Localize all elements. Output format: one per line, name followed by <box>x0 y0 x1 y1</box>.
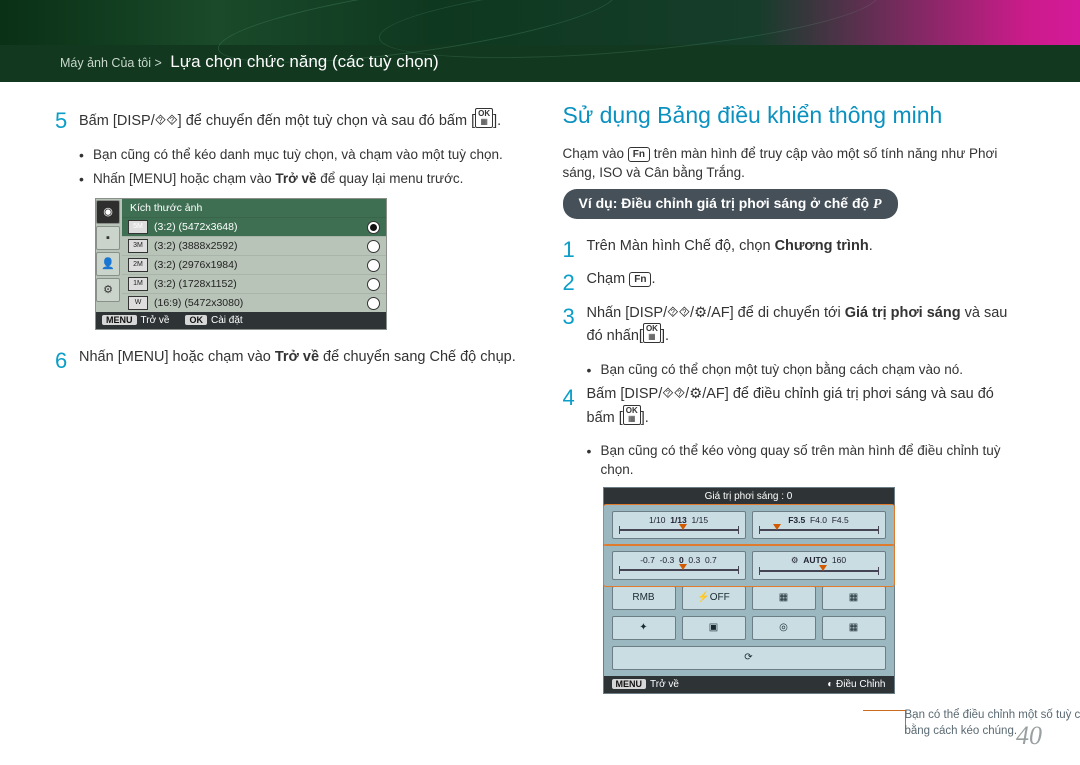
disp-key: DISP <box>624 386 658 402</box>
image-size-menu: ◉ ▪ 👤 ⚙ Kích thước ảnh 5M (3:2) (5472x364… <box>95 198 387 330</box>
section-heading: Sử dụng Bảng điều khiển thông minh <box>563 102 1026 129</box>
size-icon: 1M <box>128 277 148 291</box>
header-banner <box>0 0 1080 45</box>
step-4: 4 Bấm [DISP/⯑⯑/⚙/AF] để điều chỉnh giá t… <box>563 385 1026 428</box>
panel-title: Giá trị phơi sáng : 0 <box>604 488 894 505</box>
size-label: (3:2) (5472x3648) <box>154 221 237 233</box>
radio-icon <box>367 221 380 234</box>
gear-key: ⚙ <box>694 305 707 321</box>
step-3: 3 Nhấn [DISP/⯑⯑/⚙/AF] để di chuyển tới G… <box>563 304 1026 347</box>
menu-sidebar: ◉ ▪ 👤 ⚙ <box>96 199 122 312</box>
menu-key: MENU <box>122 349 165 365</box>
menu-footer: MENUTrở về OKCài đặt <box>96 312 386 329</box>
step-number: 4 <box>563 383 583 413</box>
bullet: Nhấn [MENU] hoặc chạm vào Trở về để quay… <box>79 170 518 188</box>
radio-icon <box>367 297 380 310</box>
radio-icon <box>367 259 380 272</box>
fn-key-badge: Fn <box>628 147 650 162</box>
menu-title: Kích thước ảnh <box>122 199 386 217</box>
disp-key: DISP <box>629 305 663 321</box>
size-icon: 2M <box>128 258 148 272</box>
panel-button: ▦ <box>752 586 816 610</box>
panel-button: ▦ <box>822 586 886 610</box>
radio-icon <box>367 278 380 291</box>
disp-key: DISP <box>117 113 151 129</box>
aperture-scale: F3.5 F4.0 F4.5 <box>752 511 886 539</box>
panel-buttons: RMB⚡OFF▦▦✦▣◎▦⟳ <box>604 586 894 676</box>
menu-row: 2M (3:2) (2976x1984) <box>122 255 386 274</box>
example-pill: Ví dụ: Điều chỉnh giá trị phơi sáng ở ch… <box>563 189 898 219</box>
step-5: 5 Bấm [DISP/⯑⯑] để chuyển đến một tuỳ ch… <box>55 108 518 132</box>
size-icon: 3M <box>128 239 148 253</box>
panel-button: ⚡OFF <box>682 586 746 610</box>
left-column: 5 Bấm [DISP/⯑⯑] để chuyển đến một tuỳ ch… <box>55 102 518 694</box>
ok-key: OK▦ <box>643 323 661 343</box>
ok-key: OK▦ <box>475 108 493 128</box>
intro-text: Chạm vào Fn trên màn hình để truy cập và… <box>563 145 1026 183</box>
size-label: (3:2) (3888x2592) <box>154 240 237 252</box>
step-number: 6 <box>55 346 75 376</box>
grid-key: ⯑⯑ <box>662 386 685 402</box>
ok-key-badge: OK <box>185 315 207 325</box>
size-label: (16:9) (5472x3080) <box>154 297 243 309</box>
iso-scale: ⚙ AUTO 160 <box>752 551 886 580</box>
dial-icon: ◐ <box>827 679 833 690</box>
step-2: 2 Chạm Fn. <box>563 270 1026 290</box>
step-number: 3 <box>563 302 583 332</box>
menu-key-badge: MENU <box>612 679 647 689</box>
bullet: Bạn cũng có thể kéo vòng quay số trên mà… <box>587 442 1026 478</box>
size-label: (3:2) (2976x1984) <box>154 259 237 271</box>
menu-row: W (16:9) (5472x3080) <box>122 293 386 312</box>
menu-row: 3M (3:2) (3888x2592) <box>122 236 386 255</box>
menu-key-badge: MENU <box>102 315 137 325</box>
size-label: (3:2) (1728x1152) <box>154 278 237 290</box>
bullet: Bạn cũng có thể chọn một tuỳ chọn bằng c… <box>587 361 1026 379</box>
step-1: 1 Trên Màn hình Chế độ, chọn Chương trìn… <box>563 237 1026 257</box>
panel-button: ◎ <box>752 616 816 640</box>
breadcrumb-root: Máy ảnh Của tôi > <box>60 56 162 70</box>
panel-button: ✦ <box>612 616 676 640</box>
menu-row: 1M (3:2) (1728x1152) <box>122 274 386 293</box>
scale-row: 1/10 1/13 1/15 F3.5 F4.0 F4.5 <box>604 505 894 545</box>
panel-button: ▦ <box>822 616 886 640</box>
grid-key: ⯑⯑ <box>667 305 690 321</box>
menu-key: MENU <box>133 171 173 186</box>
step-6: 6 Nhấn [MENU] hoặc chạm vào Trở về để ch… <box>55 348 518 368</box>
radio-icon <box>367 240 380 253</box>
panel-button: RMB <box>612 586 676 610</box>
step-number: 5 <box>55 106 75 136</box>
ok-key: OK▦ <box>623 405 641 425</box>
panel-button: ⟳ <box>612 646 886 670</box>
af-key: AF <box>711 305 730 321</box>
smart-panel: Giá trị phơi sáng : 0 1/10 1/13 1/15 F3.… <box>603 487 895 694</box>
panel-footer: MENUTrở về ◐ Điều Chỉnh <box>604 676 894 693</box>
size-icon: W <box>128 296 148 310</box>
right-column: Sử dụng Bảng điều khiển thông minh Chạm … <box>563 102 1026 694</box>
size-icon: 5M <box>128 220 148 234</box>
video-tab-icon: ▪ <box>96 226 120 250</box>
step-number: 1 <box>563 235 583 265</box>
menu-list: Kích thước ảnh 5M (3:2) (5472x3648) 3M (3:2… <box>122 199 386 312</box>
af-key: AF <box>706 386 725 402</box>
callout-line <box>863 710 906 733</box>
menu-row: 5M (3:2) (5472x3648) <box>122 217 386 236</box>
grid-key: ⯑⯑ <box>155 113 178 129</box>
camera-tab-icon: ◉ <box>96 200 120 224</box>
page-number: 40 <box>1016 721 1042 751</box>
gear-key: ⚙ <box>689 386 702 402</box>
user-tab-icon: 👤 <box>96 252 120 276</box>
panel-button: ▣ <box>682 616 746 640</box>
settings-tab-icon: ⚙ <box>96 278 120 302</box>
scale-row-2: -0.7 -0.3 0 0.3 0.7 ⚙ AUTO 160 <box>604 545 894 586</box>
shutter-scale: 1/10 1/13 1/15 <box>612 511 746 539</box>
step-number: 2 <box>563 268 583 298</box>
bullet: Bạn cũng có thể kéo danh mục tuỳ chọn, v… <box>79 146 518 164</box>
callout-text: Bạn có thể điều chỉnh một số tuỳ chọn bằ… <box>905 708 1080 739</box>
fn-key-badge: Fn <box>629 272 651 287</box>
ev-scale: -0.7 -0.3 0 0.3 0.7 <box>612 551 746 580</box>
